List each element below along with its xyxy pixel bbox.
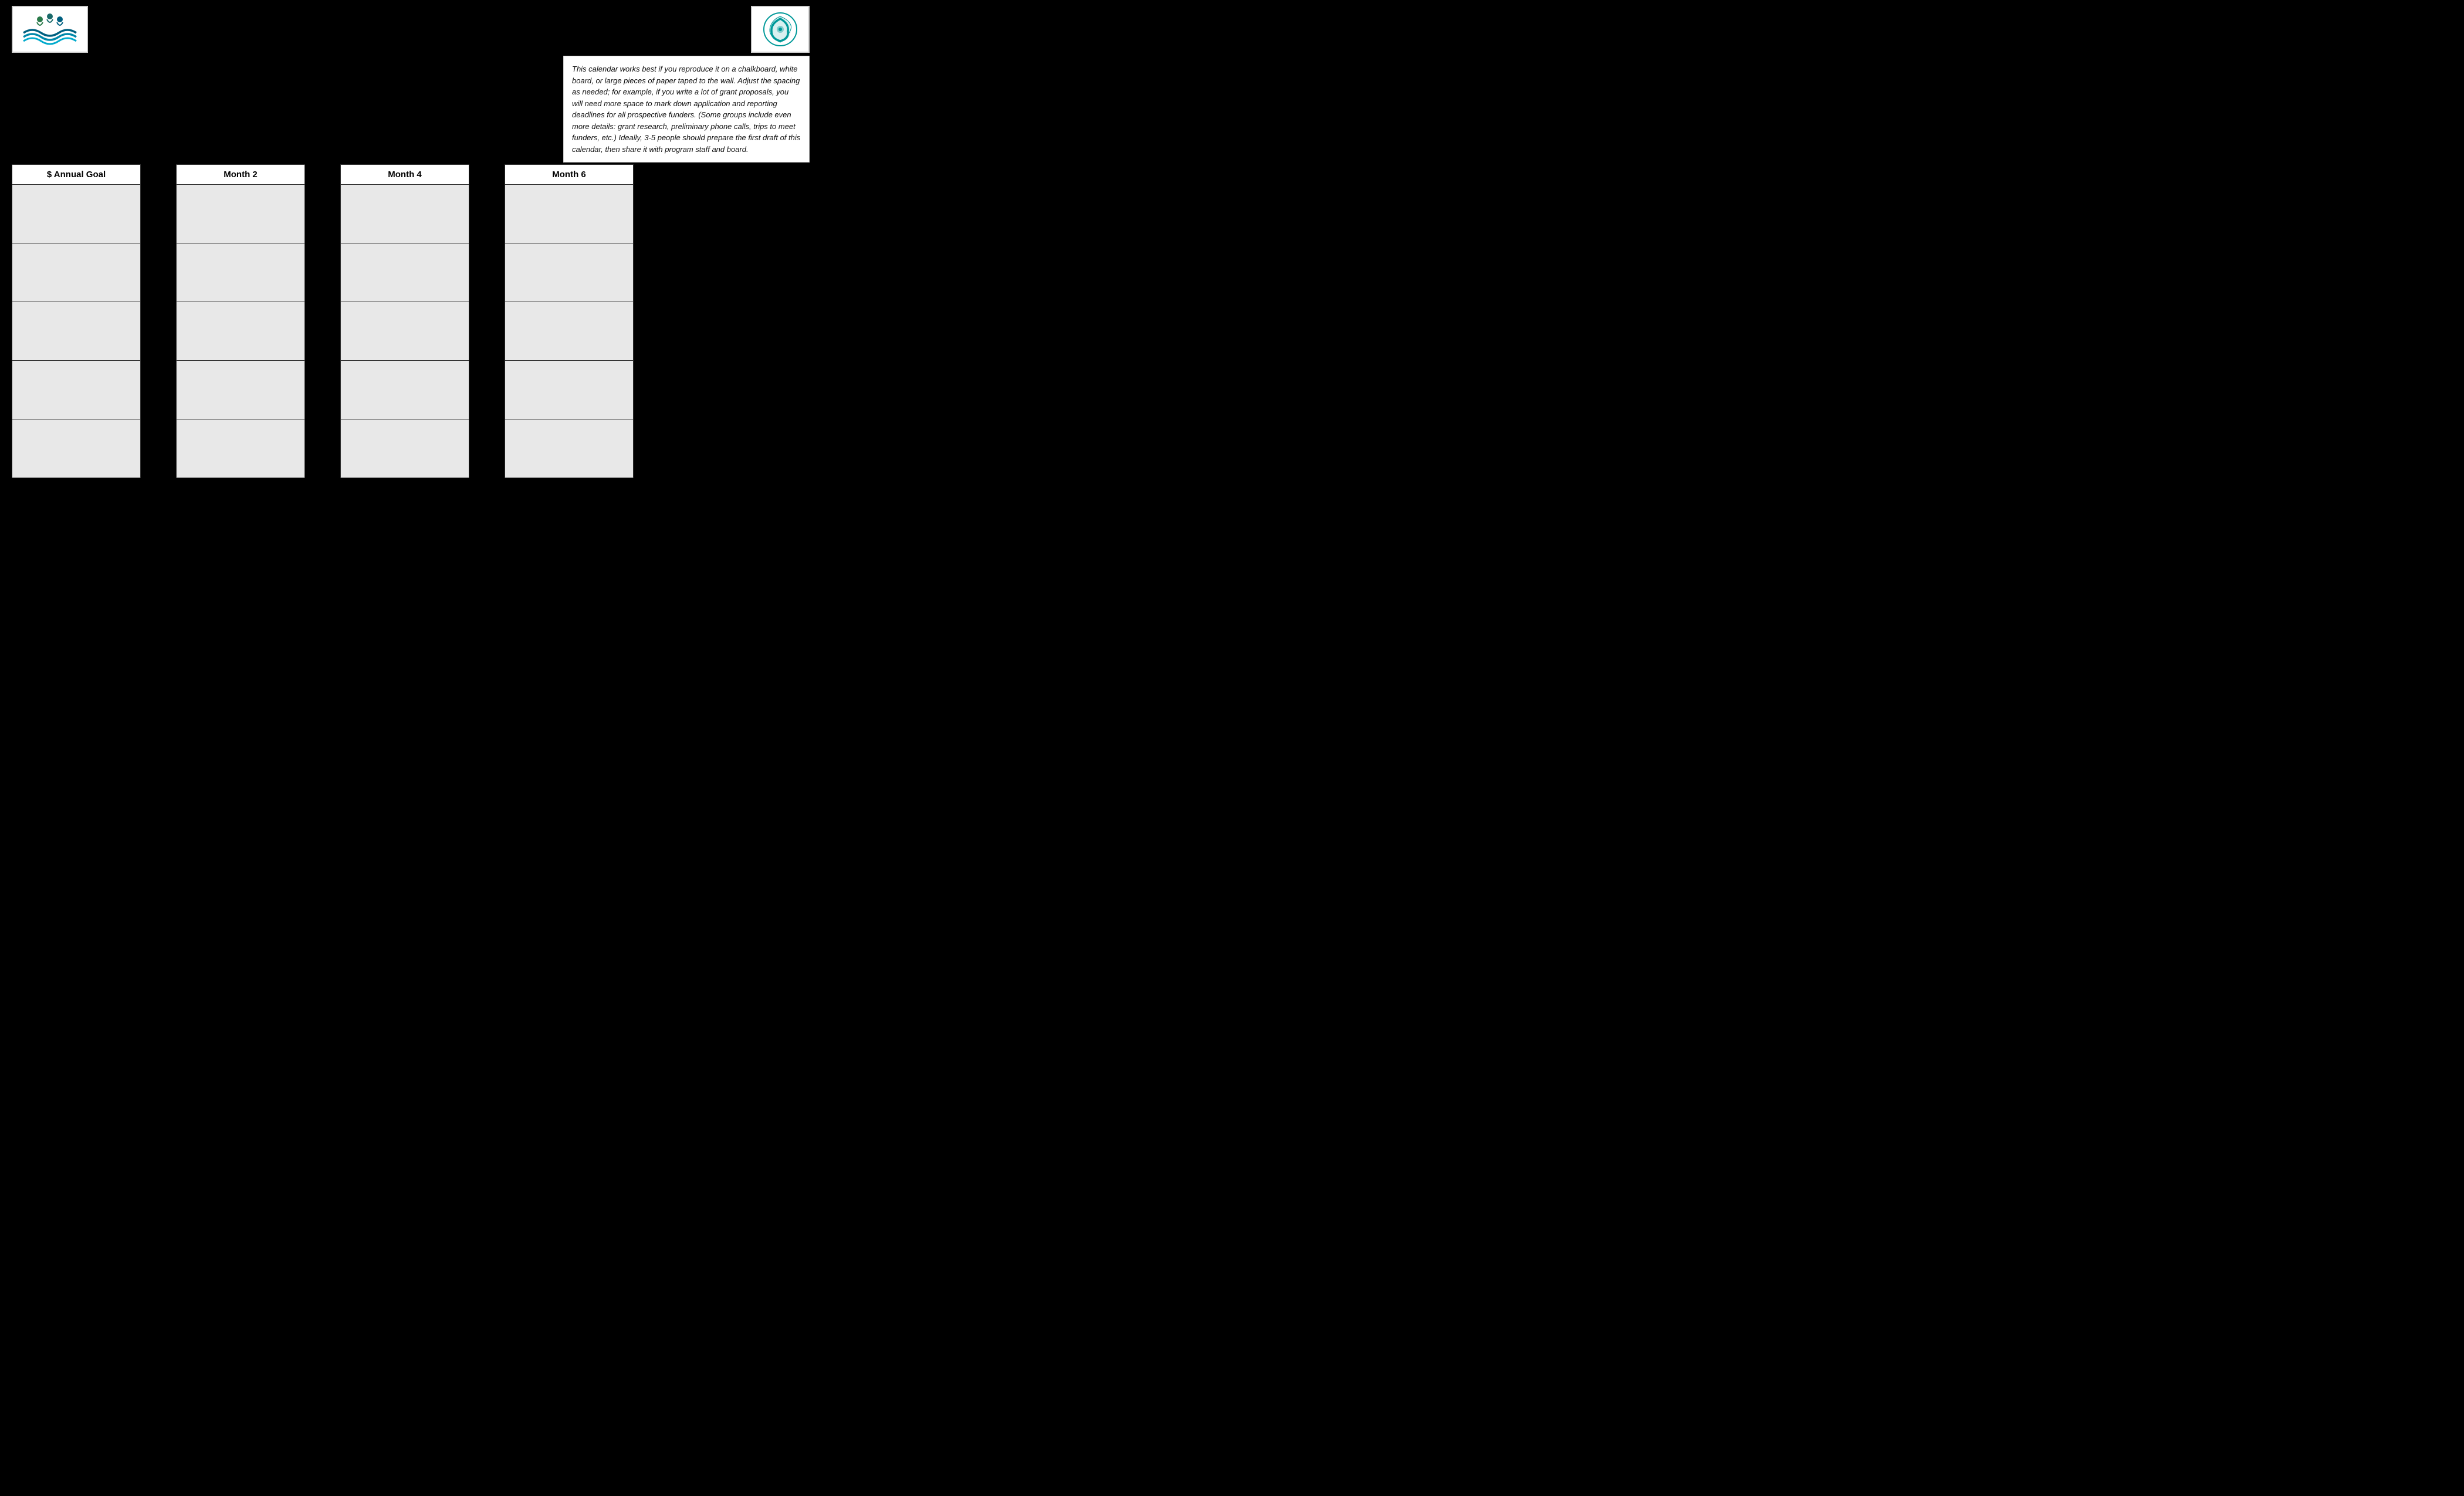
info-box: This calendar works best if you reproduc… <box>563 56 810 163</box>
page: This calendar works best if you reproduc… <box>0 0 821 499</box>
info-box-text: This calendar works best if you reproduc… <box>572 65 800 154</box>
logo-left-icon <box>18 11 82 49</box>
column-header-month4: Month 4 <box>340 164 469 185</box>
cell-annual-goal-5 <box>12 419 141 478</box>
cell-month2-5 <box>176 419 305 478</box>
cell-month6-1 <box>505 185 634 243</box>
cell-month2-4 <box>176 361 305 419</box>
column-month2: Month 2 <box>176 164 305 478</box>
cell-month4-5 <box>340 419 469 478</box>
cell-month2-1 <box>176 185 305 243</box>
cell-month4-4 <box>340 361 469 419</box>
logo-right <box>751 6 810 53</box>
column-annual-goal: $ Annual Goal <box>12 164 141 478</box>
cell-month6-3 <box>505 302 634 361</box>
cell-annual-goal-4 <box>12 361 141 419</box>
column-header-month2: Month 2 <box>176 164 305 185</box>
cell-month6-2 <box>505 243 634 302</box>
column-month4: Month 4 <box>340 164 469 478</box>
cell-annual-goal-3 <box>12 302 141 361</box>
logo-right-icon <box>759 11 803 49</box>
column-month6: Month 6 <box>505 164 634 478</box>
cell-month4-1 <box>340 185 469 243</box>
logo-left <box>12 6 88 53</box>
cell-month2-2 <box>176 243 305 302</box>
cell-month6-5 <box>505 419 634 478</box>
header <box>0 0 821 59</box>
cell-annual-goal-1 <box>12 185 141 243</box>
cell-month6-4 <box>505 361 634 419</box>
cell-month2-3 <box>176 302 305 361</box>
cell-month4-3 <box>340 302 469 361</box>
column-header-annual-goal: $ Annual Goal <box>12 164 141 185</box>
cell-month4-2 <box>340 243 469 302</box>
main-content: $ Annual Goal Month 2 Month 4 <box>0 164 821 478</box>
column-header-month6: Month 6 <box>505 164 634 185</box>
cell-annual-goal-2 <box>12 243 141 302</box>
